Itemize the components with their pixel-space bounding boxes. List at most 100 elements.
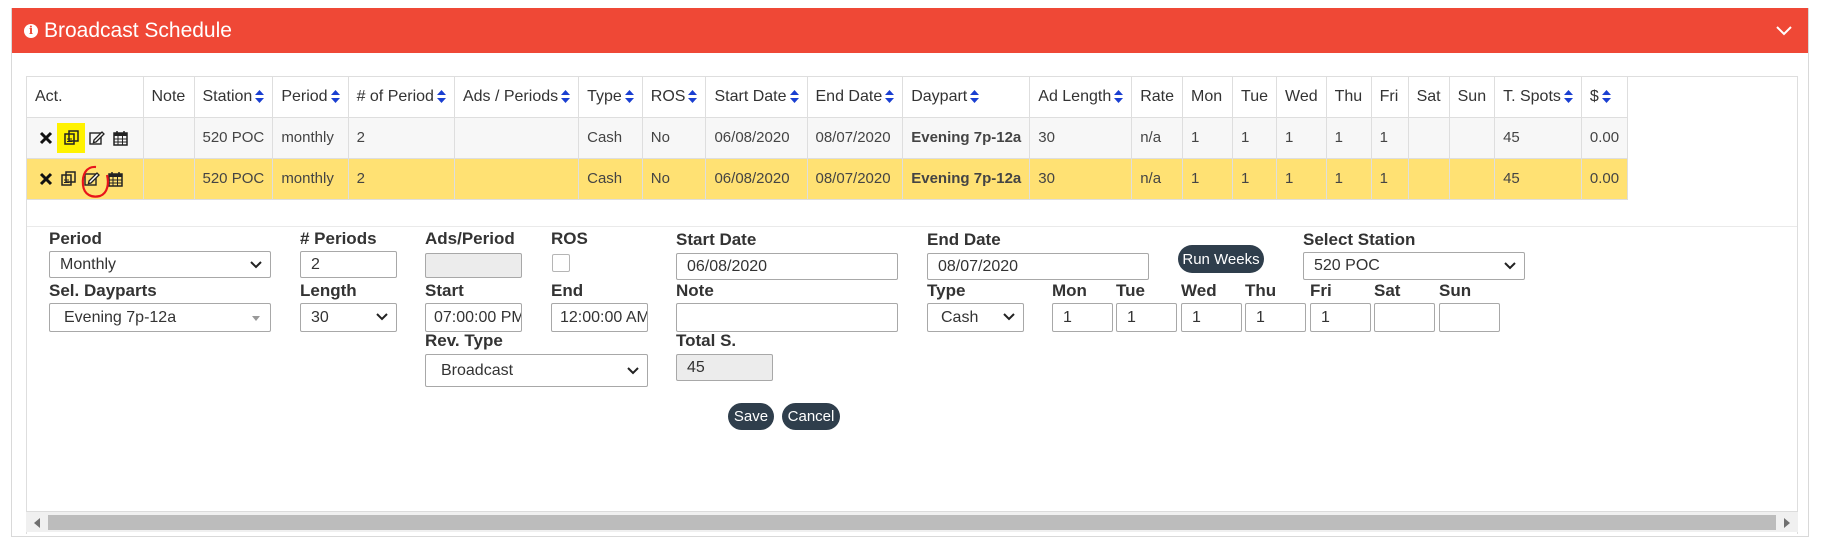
edit-icon[interactable] <box>89 130 105 145</box>
divider <box>27 226 1797 227</box>
cell-wed: 1 <box>1276 157 1327 200</box>
rev-type-select-value: Broadcast <box>441 361 514 379</box>
column-header[interactable]: Period <box>272 77 349 118</box>
column-header-label: Type <box>587 87 622 105</box>
ros-checkbox[interactable] <box>552 254 570 272</box>
copy-icon[interactable] <box>61 171 76 186</box>
cell-station: 520 POC <box>193 116 274 159</box>
cell-sat <box>1407 157 1450 200</box>
column-header[interactable]: T. Spots <box>1494 77 1582 118</box>
cell-ros: No <box>641 116 707 159</box>
run-weeks-button[interactable]: Run Weeks <box>1178 245 1264 273</box>
sort-icon[interactable] <box>789 90 799 104</box>
day-input-thu[interactable]: 1 <box>1245 303 1306 332</box>
period-select[interactable]: Monthly <box>49 251 271 278</box>
station-select[interactable]: 520 POC <box>1303 252 1525 280</box>
sort-icon[interactable] <box>885 90 895 104</box>
chevron-down-icon[interactable] <box>1774 20 1794 40</box>
day-label-thu: Thu <box>1245 281 1277 300</box>
info-icon: i <box>24 23 38 38</box>
cancel-button[interactable]: Cancel <box>782 403 840 430</box>
cell-t-spots: 45 <box>1494 157 1582 200</box>
broadcast-schedule-panel: i Broadcast Schedule Act. Note Station Peri… <box>11 8 1809 537</box>
cell-daypart: Evening 7p-12a <box>902 116 1031 159</box>
cell-amount: 0.00 <box>1580 157 1629 200</box>
column-header[interactable]: Daypart <box>902 77 1031 118</box>
horizontal-scrollbar[interactable] <box>26 511 1798 532</box>
column-header[interactable]: Station <box>193 77 274 118</box>
column-header[interactable]: Type <box>578 77 643 118</box>
day-input-sun[interactable] <box>1439 303 1500 332</box>
column-header-label: Fri <box>1379 87 1399 105</box>
cell-period: monthly <box>272 116 349 159</box>
table-row[interactable]: 520 POC monthly 2 Cash No 06/08/2020 08/07/202… <box>27 157 1629 200</box>
sort-icon[interactable] <box>436 90 446 104</box>
day-input-sat[interactable] <box>1374 303 1435 332</box>
column-header[interactable]: Ads / Periods <box>453 77 580 118</box>
column-header[interactable]: Ad Length <box>1029 77 1133 118</box>
column-header[interactable]: # of Period <box>347 77 455 118</box>
day-input-wed[interactable]: 1 <box>1181 303 1242 332</box>
end-date-input[interactable]: 08/07/2020 <box>927 253 1149 280</box>
day-label-fri: Fri <box>1310 281 1332 300</box>
column-header-label: T. Spots <box>1503 87 1561 105</box>
sort-icon[interactable] <box>1601 90 1611 104</box>
sort-icon[interactable] <box>330 90 340 104</box>
rev-type-select[interactable]: Broadcast <box>425 354 648 387</box>
column-header: Mon <box>1182 77 1234 118</box>
cell-ad-length: 30 <box>1029 116 1133 159</box>
sort-icon[interactable] <box>1563 90 1573 104</box>
start-date-label: Start Date <box>676 230 757 249</box>
delete-icon[interactable] <box>39 131 53 145</box>
num-periods-input[interactable]: 2 <box>300 251 397 278</box>
sort-icon[interactable] <box>561 90 571 104</box>
day-input-mon[interactable]: 1 <box>1052 303 1113 332</box>
panel-header[interactable]: i Broadcast Schedule <box>12 8 1808 53</box>
column-header[interactable]: End Date <box>806 77 904 118</box>
period-label: Period <box>49 229 102 248</box>
end-date-label: End Date <box>927 230 1001 249</box>
delete-icon[interactable] <box>39 172 53 186</box>
column-header-label: Mon <box>1191 87 1223 105</box>
scrollbar-thumb[interactable] <box>48 515 1776 530</box>
sort-icon[interactable] <box>688 90 698 104</box>
column-header: Tue <box>1232 77 1277 118</box>
column-header[interactable]: ROS <box>641 77 707 118</box>
start-time-input[interactable]: 07:00:00 PM <box>425 303 522 332</box>
scroll-left-icon[interactable] <box>34 518 40 528</box>
cell-station: 520 POC <box>193 157 274 200</box>
schedule-table-container: Act. Note Station Period # of Period Ads / Pe… <box>26 76 1798 534</box>
column-header[interactable]: $ <box>1580 77 1629 118</box>
column-header-label: # of Period <box>356 87 434 105</box>
sort-icon[interactable] <box>624 90 634 104</box>
copy-icon[interactable] <box>63 130 79 145</box>
calendar-icon[interactable] <box>113 130 128 146</box>
end-time-input[interactable]: 12:00:00 AM <box>551 303 648 332</box>
type-select[interactable]: Cash <box>927 303 1024 332</box>
table-header-row: Act. Note Station Period # of Period Ads / Pe… <box>27 77 1629 118</box>
table-row[interactable]: 520 POC monthly 2 Cash No 06/08/2020 08/07/202… <box>27 116 1629 159</box>
save-button[interactable]: Save <box>728 403 774 430</box>
start-date-input[interactable]: 06/08/2020 <box>676 253 898 280</box>
sort-icon[interactable] <box>1114 90 1124 104</box>
length-select[interactable]: 30 <box>300 303 397 332</box>
rev-type-label: Rev. Type <box>425 331 503 350</box>
total-s-input: 45 <box>676 354 773 381</box>
column-header-label: ROS <box>650 87 686 105</box>
column-header-label: Sat <box>1416 87 1441 105</box>
day-input-fri[interactable]: 1 <box>1310 303 1371 332</box>
chevron-down-icon <box>376 313 388 321</box>
select-station-label: Select Station <box>1303 230 1416 249</box>
cell-tue: 1 <box>1232 116 1277 159</box>
note-input[interactable] <box>676 303 898 332</box>
end-time-label: End <box>551 281 584 300</box>
dayparts-select[interactable]: Evening 7p-12a <box>49 303 271 332</box>
sort-icon[interactable] <box>970 90 980 104</box>
day-input-tue[interactable]: 1 <box>1116 303 1177 332</box>
cell-amount: 0.00 <box>1580 116 1629 159</box>
scroll-right-icon[interactable] <box>1784 518 1790 528</box>
sort-icon[interactable] <box>255 90 265 104</box>
ros-label: ROS <box>551 229 588 248</box>
column-header-label: Start Date <box>714 87 787 105</box>
column-header[interactable]: Start Date <box>705 77 808 118</box>
